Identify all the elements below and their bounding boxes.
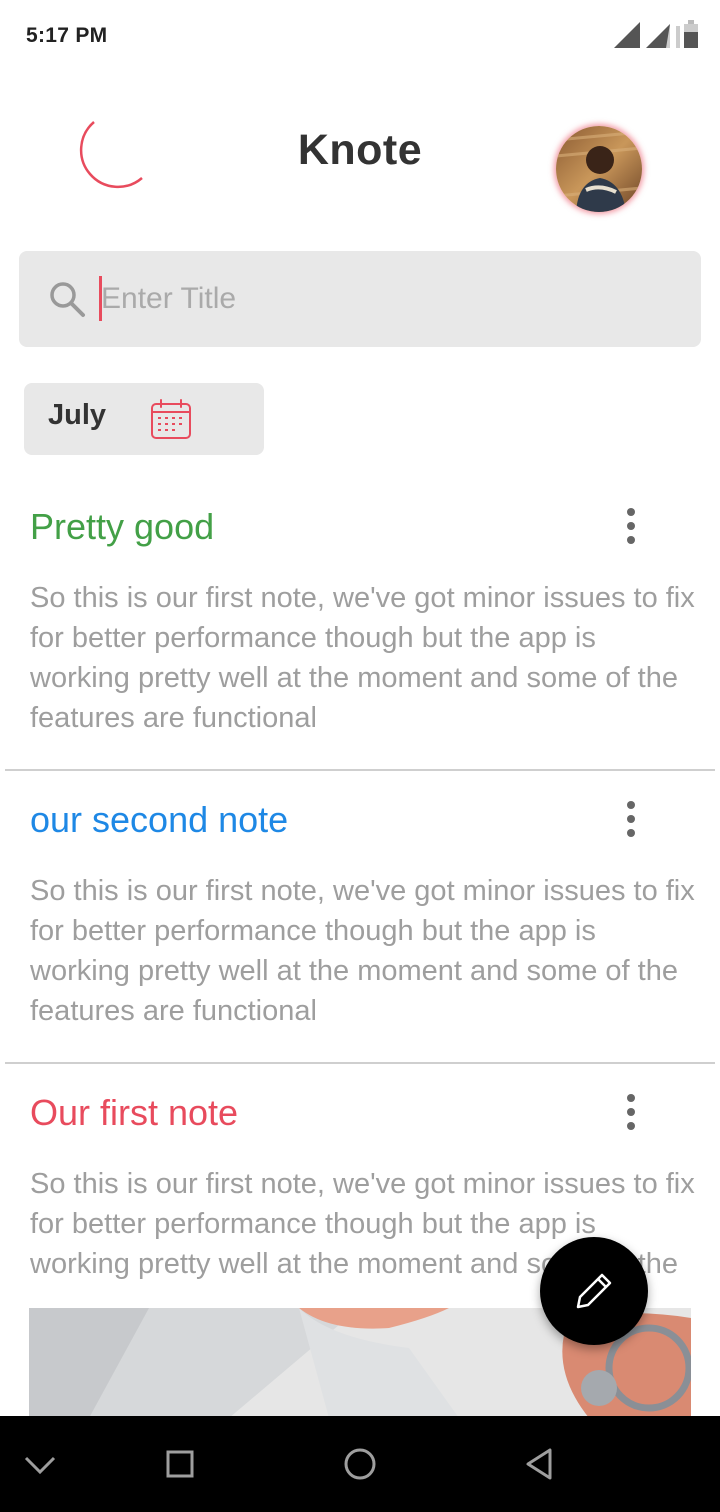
more-options-icon[interactable] [617, 1090, 645, 1134]
back-icon[interactable] [520, 1444, 560, 1484]
month-filter-button[interactable]: July [24, 383, 264, 455]
search-input[interactable] [99, 271, 659, 327]
month-label: July [48, 399, 107, 431]
note-card[interactable]: our second note So this is our first not… [5, 771, 715, 1064]
recents-icon[interactable] [160, 1444, 200, 1484]
signal-icon [614, 22, 640, 48]
edit-icon [570, 1267, 618, 1315]
note-card[interactable]: Pretty good So this is our first note, w… [5, 478, 715, 771]
signal-icon [646, 24, 670, 48]
chevron-down-icon[interactable] [20, 1444, 60, 1484]
more-options-icon[interactable] [617, 504, 645, 548]
wifi-off-icon [676, 26, 680, 48]
note-body: So this is our first note, we've got min… [30, 582, 695, 734]
note-title: our second note [30, 799, 289, 840]
note-title: Our first note [30, 1092, 239, 1133]
home-icon[interactable] [340, 1444, 380, 1484]
avatar[interactable] [556, 126, 642, 212]
text-cursor [99, 276, 102, 321]
battery-icon [684, 20, 698, 48]
status-time: 5:17 PM [26, 24, 108, 47]
app-header: Knote [0, 100, 720, 212]
search-bar[interactable] [19, 251, 701, 347]
search-icon [47, 279, 87, 319]
note-body: So this is our first note, we've got min… [30, 875, 695, 1027]
calendar-icon [148, 397, 194, 441]
status-icons [612, 18, 702, 52]
status-bar: 5:17 PM [0, 0, 720, 72]
new-note-button[interactable] [540, 1237, 648, 1345]
system-nav-bar [0, 1416, 720, 1512]
note-title: Pretty good [30, 506, 215, 547]
more-options-icon[interactable] [617, 797, 645, 841]
